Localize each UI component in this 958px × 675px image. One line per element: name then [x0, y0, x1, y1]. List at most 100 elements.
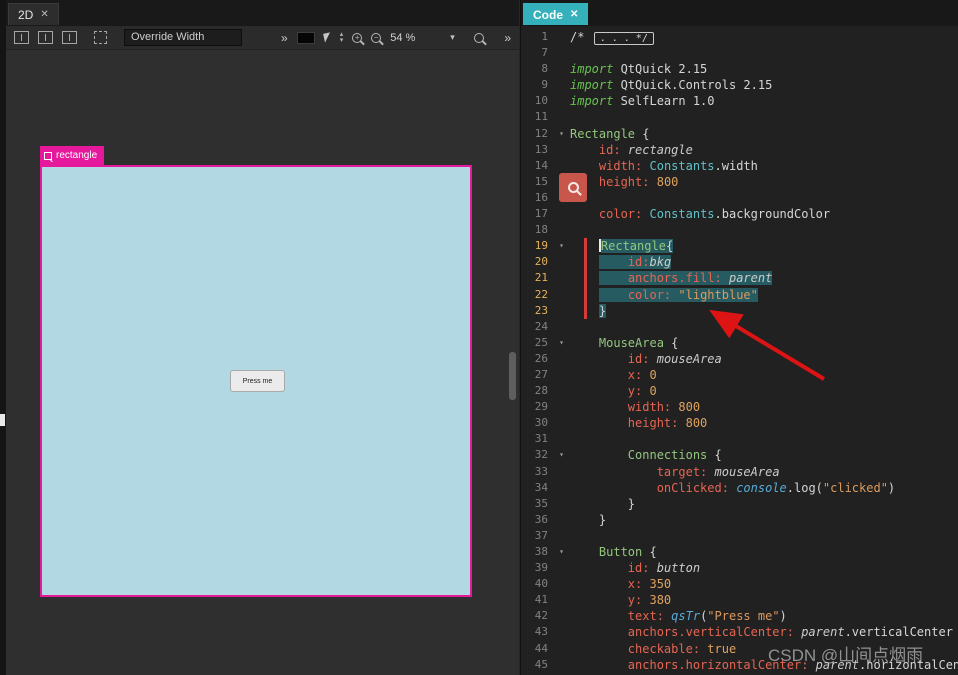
tab-code-close-icon[interactable]: ✕: [570, 9, 578, 20]
code-token: [707, 465, 714, 479]
code-token: QtQuick 2.15: [613, 62, 707, 76]
fold-marker-icon[interactable]: ▾: [553, 335, 570, 351]
code-token: parent: [801, 625, 844, 639]
code-token: [649, 561, 656, 575]
toolbar-overflow-chevron[interactable]: »: [281, 31, 288, 45]
tab-code[interactable]: Code ✕: [523, 3, 588, 25]
fold-spacer: [553, 657, 570, 673]
fold-spacer: [553, 399, 570, 415]
qml-code-editor[interactable]: 1/* . . . */78import QtQuick 2.159import…: [521, 26, 958, 675]
code-line: 13 id: rectangle: [521, 142, 958, 158]
code-token: [649, 175, 656, 189]
code-token: [570, 448, 628, 462]
code-token: button: [657, 561, 700, 575]
search-annotation-badge[interactable]: [559, 173, 587, 202]
code-text: id: button: [570, 560, 958, 576]
code-token: height:: [599, 175, 650, 189]
fold-marker-icon[interactable]: ▾: [553, 238, 570, 254]
code-text: Rectangle{: [570, 238, 958, 254]
code-token: y:: [628, 384, 642, 398]
line-number: 13: [521, 142, 553, 158]
code-token: [570, 625, 628, 639]
code-token: true: [707, 642, 736, 656]
rectangle-preview[interactable]: Press me: [40, 165, 472, 597]
line-number: 45: [521, 657, 553, 673]
code-token: mouseArea: [657, 352, 722, 366]
press-me-button-preview[interactable]: Press me: [230, 370, 285, 392]
code-token: [642, 207, 649, 221]
code-token: [649, 352, 656, 366]
fold-spacer: [553, 383, 570, 399]
code-token: [642, 159, 649, 173]
line-number: 9: [521, 77, 553, 93]
zoom-in-icon[interactable]: +: [352, 33, 362, 43]
code-token: width:: [628, 400, 671, 414]
fold-spacer: [553, 206, 570, 222]
line-number: 22: [521, 287, 553, 303]
csdn-watermark: CSDN @山间点烟雨: [768, 641, 923, 666]
code-token: id:: [628, 352, 650, 366]
code-token: color:: [599, 207, 642, 221]
code-token: [599, 288, 628, 302]
code-token: SelfLearn 1.0: [613, 94, 714, 108]
design-2d-panel: 2D ✕ Override Width » ▴▾ + − 54 % ▾ » re…: [6, 0, 519, 675]
code-token: 0: [649, 368, 656, 382]
canvas-color-swatch[interactable]: [297, 32, 315, 44]
code-token: QtQuick.Controls 2.15: [613, 78, 772, 92]
zoom-level-value[interactable]: 54 %: [390, 32, 415, 44]
fold-spacer: [553, 351, 570, 367]
line-number: 41: [521, 592, 553, 608]
line-number: 15: [521, 174, 553, 190]
line-number: 20: [521, 254, 553, 270]
code-token: Constants: [650, 207, 715, 221]
move-tool-icon[interactable]: [38, 31, 53, 44]
code-line: 31: [521, 431, 958, 447]
fold-marker-icon[interactable]: ▾: [553, 447, 570, 463]
code-token: {: [635, 127, 649, 141]
code-line: 18: [521, 222, 958, 238]
line-number: 10: [521, 93, 553, 109]
fold-marker-icon[interactable]: ▾: [553, 544, 570, 560]
zoom-stepper[interactable]: ▴▾: [340, 32, 344, 44]
code-token: .width: [715, 159, 758, 173]
zoom-level-caret-icon[interactable]: ▾: [450, 32, 455, 43]
fold-spacer: [553, 415, 570, 431]
tab-2d[interactable]: 2D ✕: [8, 3, 59, 25]
code-line: 37: [521, 528, 958, 544]
code-line: 42 text: qsTr("Press me"): [521, 608, 958, 624]
code-token: id:: [628, 561, 650, 575]
toolbar-overflow-chevron-right[interactable]: »: [504, 31, 511, 45]
resize-tool-icon[interactable]: [62, 31, 77, 44]
override-width-combo[interactable]: Override Width: [124, 29, 242, 46]
zoom-fit-icon[interactable]: [474, 33, 484, 43]
code-text: import SelfLearn 1.0: [570, 93, 958, 109]
code-text: width: 800: [570, 399, 958, 415]
line-number: 26: [521, 351, 553, 367]
code-token: "lightblue": [678, 288, 757, 302]
code-token: anchors.fill:: [628, 271, 722, 285]
stepper-down-icon[interactable]: ▾: [340, 38, 344, 44]
fold-marker-icon[interactable]: ▾: [553, 126, 570, 142]
code-line: 28 y: 0: [521, 383, 958, 399]
fold-spacer: [553, 109, 570, 125]
line-number: 44: [521, 641, 553, 657]
snap-grid-icon[interactable]: [94, 31, 107, 44]
code-token: 0: [649, 384, 656, 398]
design-canvas[interactable]: rectangle Press me: [6, 50, 519, 675]
code-token: [678, 416, 685, 430]
canvas-vertical-scrollbar[interactable]: [509, 352, 516, 400]
selection-tool-icon[interactable]: [14, 31, 29, 44]
code-token: .backgroundColor: [715, 207, 831, 221]
fold-spacer: [553, 464, 570, 480]
code-line: 30 height: 800: [521, 415, 958, 431]
tab-2d-close-icon[interactable]: ✕: [40, 9, 48, 20]
code-token: [599, 255, 628, 269]
code-token: Constants: [650, 159, 715, 173]
line-number: 38: [521, 544, 553, 560]
gutter-change-bar: [584, 238, 587, 319]
code-token: ): [780, 609, 787, 623]
zoom-out-icon[interactable]: −: [371, 33, 381, 43]
code-line: 33 target: mouseArea: [521, 464, 958, 480]
line-number: 36: [521, 512, 553, 528]
code-text: y: 380: [570, 592, 958, 608]
